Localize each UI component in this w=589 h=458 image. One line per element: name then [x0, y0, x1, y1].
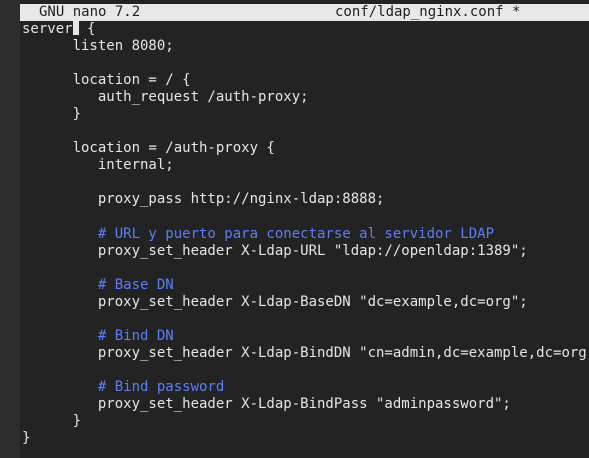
line-text-before-cursor: server — [22, 21, 73, 37]
code-comment-line[interactable]: # Bind password — [22, 379, 587, 396]
code-line[interactable] — [22, 260, 587, 277]
code-line[interactable]: auth_request /auth-proxy; — [22, 89, 587, 106]
nano-titlebar: GNU nano 7.2 conf/ldap_nginx.conf * — [20, 4, 589, 21]
nano-editor-window: GNU nano 7.2 conf/ldap_nginx.conf * serv… — [0, 0, 589, 458]
code-comment-line[interactable]: # URL y puerto para conectarse al servid… — [22, 226, 587, 243]
window-left-edge — [0, 0, 20, 458]
code-line[interactable]: server { — [22, 21, 587, 38]
code-line[interactable]: proxy_set_header X-Ldap-URL "ldap://open… — [22, 243, 587, 260]
code-line[interactable]: proxy_set_header X-Ldap-BaseDN "dc=examp… — [22, 294, 587, 311]
code-line[interactable]: } — [22, 413, 587, 430]
code-line[interactable] — [22, 311, 587, 328]
code-line[interactable] — [22, 123, 587, 140]
text-editor-area[interactable]: server { listen 8080; location = / { aut… — [22, 21, 589, 447]
code-line[interactable] — [22, 362, 587, 379]
code-line[interactable]: } — [22, 106, 587, 123]
code-comment-line[interactable]: # Base DN — [22, 277, 587, 294]
file-name-label: conf/ldap_nginx.conf * — [335, 4, 521, 20]
code-line[interactable] — [22, 209, 587, 226]
code-line[interactable]: proxy_set_header X-Ldap-BindDN "cn=admin… — [22, 345, 589, 362]
code-line[interactable] — [22, 174, 587, 191]
code-line[interactable]: proxy_set_header X-Ldap-BindPass "adminp… — [22, 396, 587, 413]
code-line[interactable]: proxy_pass http://nginx-ldap:8888; — [22, 191, 587, 208]
code-line[interactable] — [22, 55, 587, 72]
line-text-after-cursor: { — [78, 21, 96, 37]
code-comment-line[interactable]: # Bind DN — [22, 328, 587, 345]
code-line[interactable]: location = / { — [22, 72, 587, 89]
app-version-label: GNU nano 7.2 — [39, 4, 141, 20]
code-line[interactable]: location = /auth-proxy { — [22, 140, 587, 157]
code-line[interactable]: listen 8080; — [22, 38, 587, 55]
code-line[interactable]: internal; — [22, 157, 587, 174]
code-line[interactable]: } — [22, 430, 587, 447]
